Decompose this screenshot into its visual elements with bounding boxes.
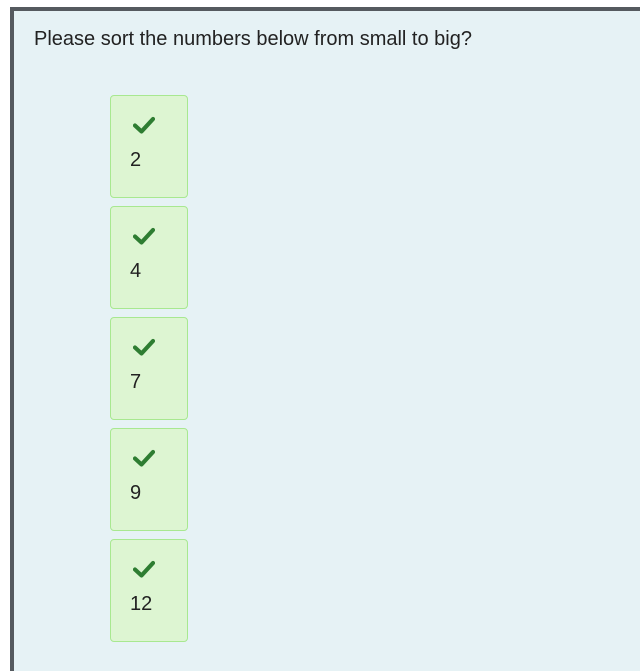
item-value: 2 [130,149,142,171]
item-value: 4 [130,260,142,282]
sortable-item[interactable]: 7 [110,317,188,420]
question-panel: Please sort the numbers below from small… [10,7,640,671]
check-icon [133,560,155,578]
item-value: 7 [130,371,142,393]
sortable-item[interactable]: 2 [110,95,188,198]
item-value: 9 [130,482,142,504]
check-icon [133,338,155,356]
check-icon [133,116,155,134]
sortable-item[interactable]: 4 [110,206,188,309]
sortable-list: 2 4 7 9 12 [110,95,188,650]
sortable-item[interactable]: 9 [110,428,188,531]
check-icon [133,227,155,245]
question-text: Please sort the numbers below from small… [34,28,472,50]
check-icon [133,449,155,467]
sortable-item[interactable]: 12 [110,539,188,642]
item-value: 12 [130,593,153,615]
